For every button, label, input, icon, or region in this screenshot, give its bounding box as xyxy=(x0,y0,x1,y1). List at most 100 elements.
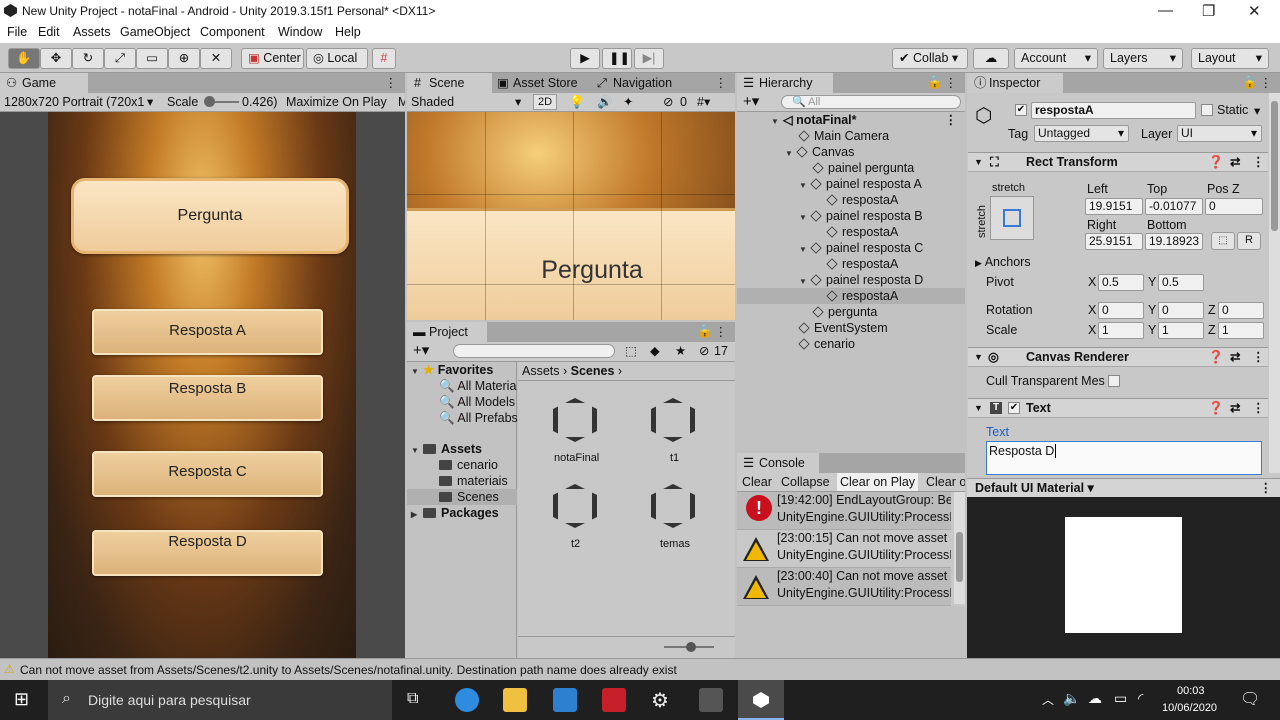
pivot-local-button[interactable]: ◎ Local xyxy=(306,48,368,69)
tab-console[interactable]: ☰ Console xyxy=(737,453,819,473)
hier-main-camera[interactable]: Main Camera xyxy=(798,128,889,144)
packages-folder[interactable]: ▶ Packages xyxy=(411,505,499,521)
static-checkbox[interactable] xyxy=(1201,104,1213,116)
hierarchy-search-input[interactable]: 🔍 All xyxy=(781,95,961,109)
blueprint-mode-icon[interactable]: ⬚ xyxy=(1211,232,1235,250)
file-temas[interactable]: temas xyxy=(660,538,690,550)
fav-all-prefabs[interactable]: 🔍 All Prefabs xyxy=(439,410,518,426)
top-input[interactable]: -0.01077 xyxy=(1145,198,1203,215)
tab-project[interactable]: ▬ Project xyxy=(407,322,487,342)
tab-game[interactable]: ⚇ Game xyxy=(0,73,88,93)
tab-navigation[interactable]: ⤢ Navigation xyxy=(591,73,701,93)
clock-time[interactable]: 00:03 xyxy=(1177,685,1205,697)
pause-button[interactable]: ❚❚ xyxy=(602,48,632,69)
hier-cenario[interactable]: cenario xyxy=(798,336,855,352)
scale-slider-thumb[interactable] xyxy=(204,96,215,107)
layer-dropdown[interactable]: UI ▾ xyxy=(1177,125,1262,142)
filter-label-icon[interactable]: ◆ xyxy=(650,342,660,360)
maximize-button[interactable]: ❐ xyxy=(1202,2,1215,20)
tab-scene[interactable]: # Scene xyxy=(407,73,492,93)
onedrive-cloud-icon[interactable]: ☁ xyxy=(1088,690,1102,707)
tab-asset-store[interactable]: ▣ Asset Store xyxy=(491,73,591,93)
volume-icon[interactable]: 🔈 xyxy=(1063,690,1080,707)
tab-hierarchy[interactable]: ☰ Hierarchy xyxy=(737,73,833,93)
left-input[interactable]: 19.9151 xyxy=(1085,198,1143,215)
create-icon[interactable]: +▾ xyxy=(413,342,429,360)
panel-menu-icon[interactable]: ⋮ xyxy=(945,75,958,90)
console-clear-on-play-toggle[interactable]: Clear on Play xyxy=(837,473,919,491)
hier-painel-resposta-c[interactable]: ▼ painel resposta C xyxy=(799,240,923,256)
console-row-error[interactable]: ! [19:42:00] EndLayoutGroup: Be UnityEngi… xyxy=(737,492,951,530)
inspector-scrollbar[interactable] xyxy=(1269,93,1280,473)
console-clear-on-build[interactable]: Clear o xyxy=(926,473,965,491)
hier-respostaa-2[interactable]: respostaA xyxy=(826,224,898,240)
help-icon[interactable]: ❓ xyxy=(1208,153,1224,172)
gizmos-icon[interactable]: #▾ xyxy=(697,93,710,111)
battery-icon[interactable]: ▭ xyxy=(1114,690,1127,707)
console-collapse-button[interactable]: Collapse xyxy=(781,473,830,491)
anchors-foldout[interactable]: ▶ Anchors xyxy=(975,255,1031,269)
console-scrollbar[interactable] xyxy=(954,492,965,604)
shading-mode-dropdown[interactable]: Shaded xyxy=(411,93,454,111)
text-component-header[interactable]: ▼ T ✔ Text ❓ ⇄ ⋮ xyxy=(968,398,1268,418)
unity-scene-icon[interactable] xyxy=(651,398,695,442)
breadcrumb-scenes[interactable]: Scenes xyxy=(571,364,615,378)
console-clear-button[interactable]: Clear xyxy=(742,473,772,491)
text-enabled-checkbox[interactable]: ✔ xyxy=(1008,402,1020,414)
rotation-x-input[interactable]: 0 xyxy=(1098,302,1144,319)
preset-icon[interactable]: ⇄ xyxy=(1230,399,1240,418)
favorite-star-icon[interactable]: ★ xyxy=(675,342,686,360)
pivot-center-button[interactable]: ▣ Center xyxy=(241,48,304,69)
windows-start-icon[interactable]: ⊞ xyxy=(14,689,29,710)
text-content-input[interactable]: Resposta D xyxy=(986,441,1262,475)
unity-scene-icon[interactable] xyxy=(651,484,695,528)
hidden-packages-icon[interactable]: ⊘ xyxy=(699,342,709,360)
tab-inspector[interactable]: ⓘ Inspector xyxy=(967,73,1063,93)
hier-eventsystem[interactable]: EventSystem xyxy=(798,320,888,336)
create-icon[interactable]: +▾ xyxy=(743,93,759,111)
unity-scene-icon[interactable] xyxy=(553,398,597,442)
anchor-presets-button[interactable] xyxy=(990,196,1034,240)
folder-cenario[interactable]: cenario xyxy=(439,457,498,473)
unity-taskbar-button[interactable] xyxy=(738,680,784,720)
lock-icon[interactable]: 🔒 xyxy=(697,324,713,339)
scene-root[interactable]: ▼ ◁ notaFinal* ⋮ xyxy=(737,112,965,128)
transform-tool-icon[interactable]: ⊕ xyxy=(168,48,200,69)
raw-edit-button[interactable]: R xyxy=(1237,232,1261,250)
canvas-renderer-header[interactable]: ▼ ◎ Canvas Renderer ❓ ⇄ ⋮ xyxy=(968,347,1268,367)
play-button[interactable]: ▶ xyxy=(570,48,600,69)
fav-all-materials[interactable]: 🔍 All Materia xyxy=(439,378,516,394)
hier-pergunta[interactable]: pergunta xyxy=(812,304,877,320)
show-hidden-icons[interactable]: ︿ xyxy=(1042,691,1054,708)
maximize-on-play-toggle[interactable]: Maximize On Play xyxy=(286,93,387,111)
minimize-button[interactable]: — xyxy=(1158,2,1173,19)
file-notafinal[interactable]: notaFinal xyxy=(554,452,599,464)
panel-menu-icon[interactable]: ⋮ xyxy=(385,75,398,90)
icon-size-slider-thumb[interactable] xyxy=(686,642,696,652)
lock-icon[interactable]: 🔒 xyxy=(1242,75,1258,90)
audio-icon[interactable]: 🔊 xyxy=(597,93,613,111)
answer-a-button[interactable]: Resposta A xyxy=(92,309,323,355)
menu-window[interactable]: Window xyxy=(278,25,322,39)
cloud-icon[interactable]: ☁ xyxy=(973,48,1009,69)
settings-gear-icon[interactable]: ⚙ xyxy=(651,688,669,713)
menu-component[interactable]: Component xyxy=(200,25,265,39)
lighting-icon[interactable]: 💡 xyxy=(569,93,585,111)
bottom-input[interactable]: 19.18923 xyxy=(1145,233,1203,250)
close-button[interactable]: ✕ xyxy=(1248,2,1261,20)
object-name-input[interactable]: respostaA xyxy=(1031,102,1196,119)
console-row-warning-1[interactable]: [23:00:15] Can not move asset UnityEngine… xyxy=(737,530,951,568)
console-row-warning-2[interactable]: [23:00:40] Can not move asset UnityEngine… xyxy=(737,568,951,606)
material-preview-header[interactable]: Default UI Material ▾ ⋮ xyxy=(967,478,1280,497)
hier-painel-resposta-b[interactable]: ▼ painel resposta B xyxy=(799,208,923,224)
filter-type-icon[interactable]: ⬚ xyxy=(625,342,637,360)
rect-transform-header[interactable]: ▼ ⛶ Rect Transform ❓ ⇄ ⋮ xyxy=(968,152,1268,172)
task-view-icon[interactable]: ⧉ xyxy=(407,690,418,708)
scale-x-input[interactable]: 1 xyxy=(1098,322,1144,339)
posz-input[interactable]: 0 xyxy=(1205,198,1263,215)
hier-canvas[interactable]: ▼ Canvas xyxy=(785,144,854,160)
rotate-tool-icon[interactable]: ↻ xyxy=(72,48,104,69)
panel-menu-icon[interactable]: ⋮ xyxy=(715,75,728,90)
hidden-objects-icon[interactable]: ⊘ xyxy=(663,93,673,111)
tag-dropdown[interactable]: Untagged ▾ xyxy=(1034,125,1129,142)
